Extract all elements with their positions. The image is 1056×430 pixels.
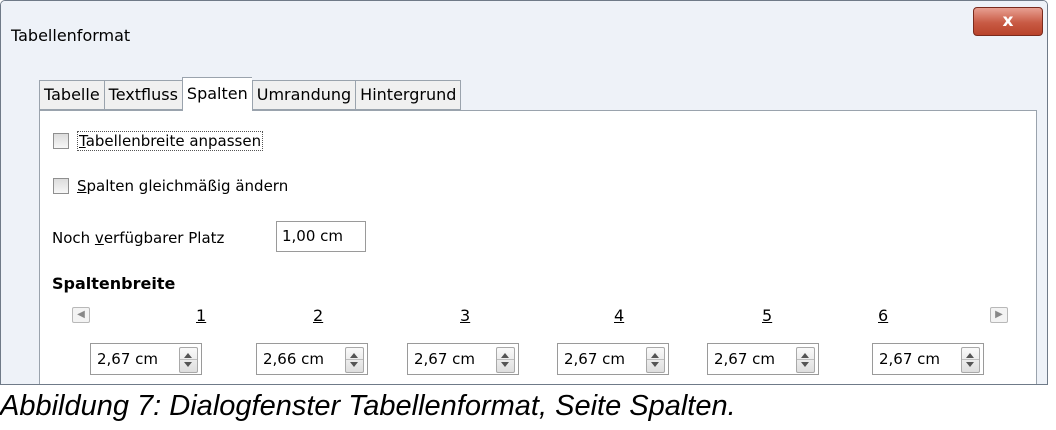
scroll-left-button[interactable]: ◀ bbox=[72, 307, 90, 323]
column-number: 2 bbox=[313, 306, 324, 325]
title-bar: Tabellenformat x bbox=[1, 1, 1047, 57]
tab-hintergrund[interactable]: Hintergrund bbox=[355, 80, 462, 110]
column-width-spinbox[interactable]: 2,67 cm bbox=[872, 343, 984, 375]
column-width-value: 2,67 cm bbox=[879, 350, 941, 368]
dialog-title: Tabellenformat bbox=[11, 26, 131, 45]
column-width-spinbox[interactable]: 2,67 cm bbox=[90, 343, 202, 375]
spin-up-icon bbox=[501, 353, 509, 358]
tab-umrandung[interactable]: Umrandung bbox=[251, 80, 356, 110]
column-width-spinbox[interactable]: 2,67 cm bbox=[407, 343, 519, 375]
spin-down-icon bbox=[801, 362, 809, 367]
available-space-label: Noch verfügbarer Platz bbox=[52, 229, 225, 247]
arrow-left-icon: ◀ bbox=[77, 309, 85, 320]
tab-spalten[interactable]: Spalten bbox=[181, 77, 252, 111]
column-width-spinbox[interactable]: 2,67 cm bbox=[707, 343, 819, 375]
figure-caption: Abbildung 7: Dialogfenster Tabellenforma… bbox=[0, 390, 736, 422]
column-width-value: 2,67 cm bbox=[97, 350, 159, 368]
column-width-value: 2,67 cm bbox=[714, 350, 776, 368]
column-number: 1 bbox=[196, 306, 207, 325]
column-width-value: 2,67 cm bbox=[564, 350, 626, 368]
column-width-spinbox[interactable]: 2,66 cm bbox=[256, 343, 368, 375]
column-width-spinbox[interactable]: 2,67 cm bbox=[557, 343, 669, 375]
spin-buttons[interactable] bbox=[961, 347, 980, 373]
equal-columns-checkbox[interactable] bbox=[53, 178, 69, 194]
spin-buttons[interactable] bbox=[345, 347, 364, 373]
column-width-heading: Spaltenbreite bbox=[52, 274, 176, 293]
spin-down-icon bbox=[184, 362, 192, 367]
adapt-width-option[interactable]: Tabellenbreite anpassen bbox=[53, 131, 264, 151]
spin-up-icon bbox=[184, 353, 192, 358]
spin-down-icon bbox=[966, 362, 974, 367]
spin-down-icon bbox=[501, 362, 509, 367]
close-icon: x bbox=[1002, 11, 1014, 31]
scroll-right-button[interactable]: ▶ bbox=[990, 307, 1008, 323]
column-number: 5 bbox=[762, 306, 773, 325]
equal-columns-label: Spalten gleichmäßig ändern bbox=[77, 177, 289, 195]
available-space-field: 1,00 cm bbox=[276, 221, 366, 252]
adapt-width-label: Tabellenbreite anpassen bbox=[77, 131, 264, 151]
column-number: 6 bbox=[878, 306, 889, 325]
spin-buttons[interactable] bbox=[179, 347, 198, 373]
spin-buttons[interactable] bbox=[796, 347, 815, 373]
spin-up-icon bbox=[966, 353, 974, 358]
spin-up-icon bbox=[350, 353, 358, 358]
tab-textfluss[interactable]: Textfluss bbox=[103, 80, 182, 110]
column-number: 3 bbox=[460, 306, 471, 325]
spin-buttons[interactable] bbox=[496, 347, 515, 373]
adapt-width-checkbox[interactable] bbox=[53, 133, 69, 149]
dialog-window: Tabellenformat x Tabelle Textfluss Spalt… bbox=[0, 0, 1048, 385]
spin-down-icon bbox=[651, 362, 659, 367]
column-width-value: 2,66 cm bbox=[263, 350, 325, 368]
column-number: 4 bbox=[614, 306, 625, 325]
spin-buttons[interactable] bbox=[646, 347, 665, 373]
equal-columns-option[interactable]: Spalten gleichmäßig ändern bbox=[53, 177, 288, 195]
tab-bar: Tabelle Textfluss Spalten Umrandung Hint… bbox=[39, 77, 462, 111]
spin-up-icon bbox=[651, 353, 659, 358]
tab-tabelle[interactable]: Tabelle bbox=[39, 80, 104, 110]
spin-up-icon bbox=[801, 353, 809, 358]
column-width-value: 2,67 cm bbox=[414, 350, 476, 368]
close-button[interactable]: x bbox=[973, 7, 1043, 36]
spin-down-icon bbox=[350, 362, 358, 367]
tab-panel-spalten: Tabellenbreite anpassen Spalten gleichmä… bbox=[39, 110, 1037, 384]
arrow-right-icon: ▶ bbox=[995, 309, 1003, 320]
